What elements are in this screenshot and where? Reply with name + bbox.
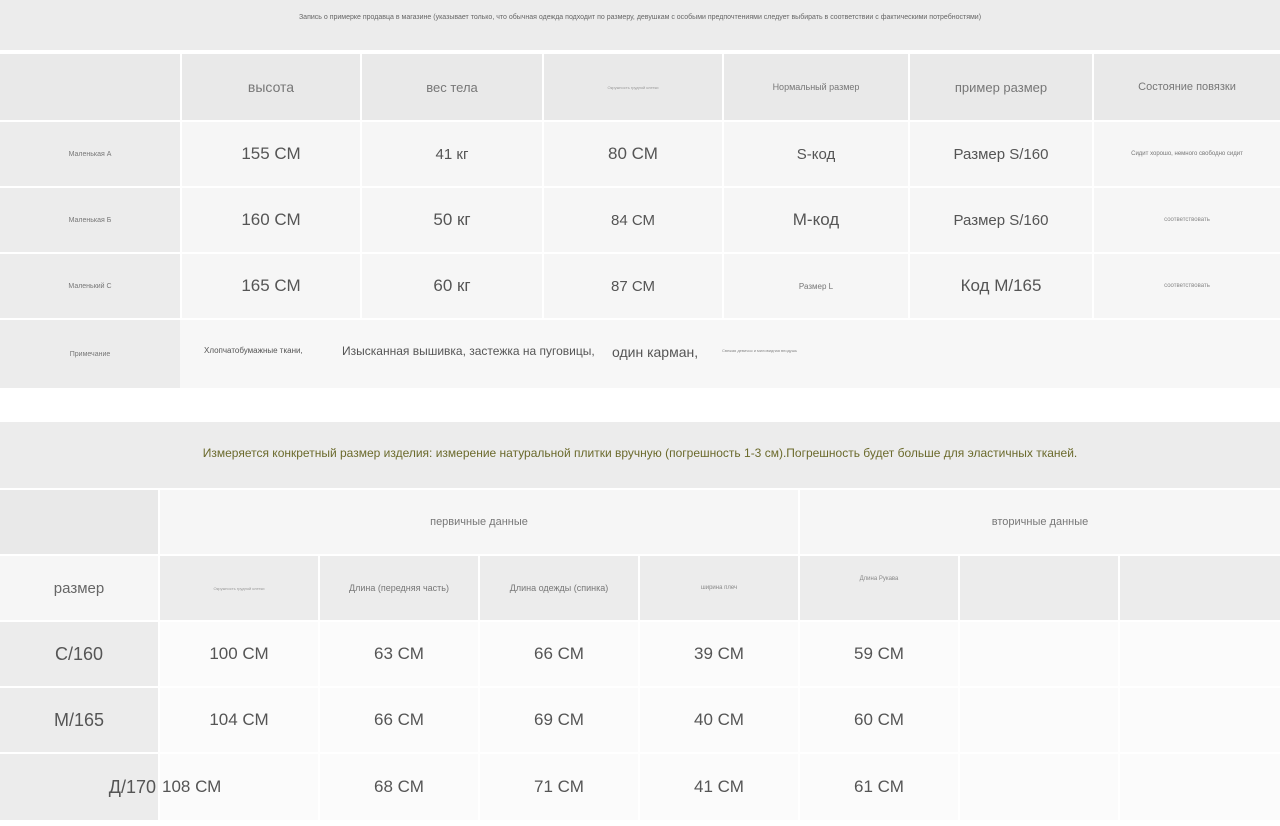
cell-tryon-size: Размер S/160: [910, 122, 1092, 186]
value-cell: 41 СМ: [640, 754, 798, 820]
cell-tryon-size: Код M/165: [910, 254, 1092, 318]
cell-bandage-state: Сидит хорошо, немного свободно сидит: [1094, 122, 1280, 186]
value-cell: 60 СМ: [800, 688, 958, 752]
group-secondary-data: вторичные данные: [800, 490, 1280, 554]
cell-height: 155 СМ: [182, 122, 360, 186]
cell-bust: 84 СМ: [544, 188, 722, 252]
cell-weight: 60 кг: [362, 254, 542, 318]
value-cell: 100 СМ: [160, 622, 318, 686]
group-corner: [0, 490, 158, 554]
empty-cell: [1120, 622, 1280, 686]
cell-bandage-state: соответствовать: [1094, 254, 1280, 318]
col-back-length: Длина одежды (спинка): [480, 556, 638, 620]
cell-normal-size: Размер L: [724, 254, 908, 318]
header-bust: Окружность грудной клетки: [544, 54, 722, 120]
col-front-length: Длина (передняя часть): [320, 556, 478, 620]
cell-normal-size: S-код: [724, 122, 908, 186]
col-empty: [1120, 556, 1280, 620]
row-label: Маленькая Б: [0, 188, 180, 252]
value-cell: 39 СМ: [640, 622, 798, 686]
cell-weight: 41 кг: [362, 122, 542, 186]
row-label: Маленькая A: [0, 122, 180, 186]
value-cell: 69 СМ: [480, 688, 638, 752]
col-bust: Окружность грудной клетки: [160, 556, 318, 620]
empty-cell: [960, 622, 1118, 686]
cell-bust: 87 СМ: [544, 254, 722, 318]
empty-cell: [960, 754, 1118, 820]
note-label: Примечание: [0, 320, 180, 388]
cell-bust: 80 СМ: [544, 122, 722, 186]
value-cell: 66 СМ: [480, 622, 638, 686]
note-embroidery: Изысканная вышивка, застежка на пуговицы…: [342, 344, 595, 358]
header-bandage-state: Состояние повязки: [1094, 54, 1280, 120]
empty-cell: [1120, 688, 1280, 752]
header-corner: [0, 54, 180, 120]
measurement-notice: Измеряется конкретный размер изделия: из…: [0, 422, 1280, 488]
cell-bandage-state: соответствовать: [1094, 188, 1280, 252]
cell-normal-size: М-код: [724, 188, 908, 252]
note-pocket: один карман,: [612, 344, 699, 360]
value-cell: 68 СМ: [320, 754, 478, 820]
cell-height: 160 СМ: [182, 188, 360, 252]
size-cell: С/160: [0, 622, 158, 686]
value-cell: 66 СМ: [320, 688, 478, 752]
empty-cell: [1120, 754, 1280, 820]
note-fabric: Хлопчатобумажные ткани,: [204, 346, 303, 355]
value-cell: 71 СМ: [480, 754, 638, 820]
col-sleeve-length: Длина Рукава: [800, 556, 958, 620]
value-cell: 108 СМ: [160, 754, 318, 820]
fitting-record-notice-text: Запись о примерке продавца в магазине (у…: [298, 14, 982, 21]
value-cell: 61 СМ: [800, 754, 958, 820]
group-primary-data: первичные данные: [160, 490, 798, 554]
fitting-record-notice: Запись о примерке продавца в магазине (у…: [0, 0, 1280, 50]
cell-weight: 50 кг: [362, 188, 542, 252]
row-label: Маленький C: [0, 254, 180, 318]
note-style: Свежая девичья и миловидная вподушь: [722, 348, 798, 353]
value-cell: 104 СМ: [160, 688, 318, 752]
header-tryon-size: пример размер: [910, 54, 1092, 120]
size-cell: Д/170: [0, 754, 158, 820]
empty-cell: [960, 688, 1118, 752]
size-header: размер: [0, 556, 158, 620]
value-cell: 40 СМ: [640, 688, 798, 752]
cell-height: 165 СМ: [182, 254, 360, 318]
header-height: высота: [182, 54, 360, 120]
header-weight: вес тела: [362, 54, 542, 120]
col-empty: [960, 556, 1118, 620]
col-shoulder-width: ширина плеч: [640, 556, 798, 620]
size-cell: М/165: [0, 688, 158, 752]
value-cell: 63 СМ: [320, 622, 478, 686]
measurement-notice-text: Измеряется конкретный размер изделия: из…: [202, 446, 1078, 460]
cell-tryon-size: Размер S/160: [910, 188, 1092, 252]
header-normal-size: Нормальный размер: [724, 54, 908, 120]
value-cell: 59 СМ: [800, 622, 958, 686]
